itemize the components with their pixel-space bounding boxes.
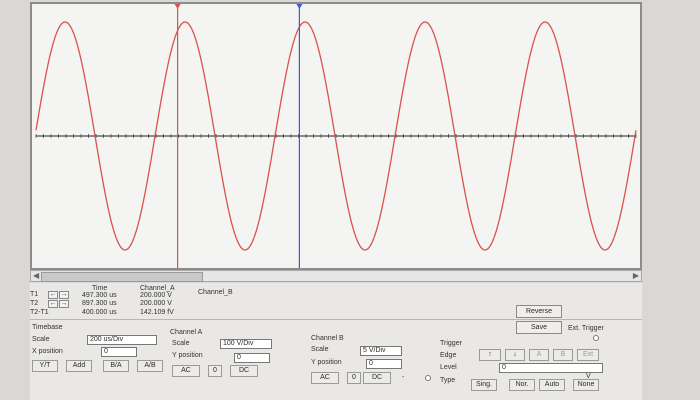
trigger-edge-label: Edge (440, 352, 457, 359)
channel-a-ypos-input[interactable]: 0 (234, 353, 270, 363)
channel-a-title: Channel A (170, 329, 203, 336)
timebase-xpos-input[interactable]: 0 (101, 347, 137, 357)
channel-b-zero-button[interactable]: 0 (347, 372, 361, 384)
mode-yt-button[interactable]: Y/T (32, 360, 58, 372)
timebase-scale-input[interactable]: 200 us/Div (87, 335, 157, 345)
trigger-level-input[interactable]: 0 (499, 363, 603, 373)
t1-right-arrow-icon[interactable]: → (59, 291, 69, 299)
reverse-button[interactable]: Reverse (516, 305, 562, 318)
readout-t1-time: 497.300 us (82, 292, 117, 299)
trigger-type-single-button[interactable]: Sing. (471, 379, 497, 391)
trigger-source-a-button[interactable]: A (529, 349, 549, 361)
trigger-title: Trigger (440, 340, 462, 347)
readout-row-t1-label: T1 (30, 291, 39, 298)
timebase-xpos-label: X position (32, 348, 63, 355)
channel-a-scale-input[interactable]: 100 V/Div (220, 339, 272, 349)
t1-left-arrow-icon[interactable]: ← (48, 291, 58, 299)
readout-diff-time: 400.000 us (82, 309, 117, 316)
readout-row-diff-label: T2-T1 (30, 309, 49, 316)
trigger-edge-falling-icon[interactable]: ↓ (505, 349, 525, 361)
scroll-left-icon[interactable]: ◀ (33, 271, 39, 281)
t2-right-arrow-icon[interactable]: → (59, 300, 69, 308)
scrollbar-thumb[interactable] (41, 272, 203, 282)
trigger-type-none-button[interactable]: None (573, 379, 599, 391)
channel-b-ypos-input[interactable]: 0 (366, 359, 402, 369)
trigger-type-label: Type (440, 377, 456, 384)
mode-ba-button[interactable]: B/A (103, 360, 129, 372)
waveform-plot (35, 4, 637, 268)
trigger-level-label: Level (440, 364, 457, 371)
readout-header-channel-b: Channel_B (198, 289, 233, 296)
trigger-type-normal-button[interactable]: Nor. (509, 379, 535, 391)
scroll-right-icon[interactable]: ▶ (633, 271, 639, 281)
readout-t1-channel-a: 200.000 V (140, 292, 172, 299)
ext-trigger-radio[interactable] (593, 335, 599, 341)
trigger-edge-rising-icon[interactable]: ↑ (479, 349, 501, 361)
channel-a-scale-label: Scale (172, 340, 190, 347)
channel-b-dc-button[interactable]: DC (363, 372, 391, 384)
channel-b-scale-label: Scale (311, 346, 329, 353)
channel-a-ac-button[interactable]: AC (172, 365, 200, 377)
t2-left-arrow-icon[interactable]: ← (48, 300, 58, 308)
channel-b-scale-input[interactable]: 5 V/Div (360, 346, 402, 356)
save-button[interactable]: Save (516, 321, 562, 334)
display-scrollbar[interactable]: ◀ ▶ (30, 270, 642, 282)
mode-add-button[interactable]: Add (66, 360, 92, 372)
mode-ab-button[interactable]: A/B (137, 360, 163, 372)
channel-b-radio[interactable] (425, 375, 431, 381)
readout-diff-channel-a: 142.109 fV (140, 309, 174, 316)
channel-a-zero-button[interactable]: 0 (208, 365, 222, 377)
trigger-source-ext-button[interactable]: Ext (577, 349, 599, 361)
oscilloscope-display (30, 2, 642, 270)
trigger-source-b-button[interactable]: B (553, 349, 573, 361)
channel-b-ypos-label: Y position (311, 359, 342, 366)
cursor-t1-handle-icon (174, 4, 181, 9)
channel-a-ypos-label: Y position (172, 352, 203, 359)
panel-divider (30, 319, 642, 320)
channel-b-extra-button[interactable]: - (402, 374, 404, 381)
timebase-title: Timebase (32, 324, 63, 331)
cursor-t2-handle-icon (296, 4, 303, 9)
channel-a-dc-button[interactable]: DC (230, 365, 258, 377)
channel-b-title: Channel B (311, 335, 344, 342)
readout-header-channel-a: Channel_A (140, 285, 175, 292)
trigger-type-auto-button[interactable]: Auto (539, 379, 565, 391)
timebase-scale-label: Scale (32, 336, 50, 343)
readout-t2-time: 897.300 us (82, 300, 117, 307)
readout-t2-channel-a: 200.000 V (140, 300, 172, 307)
readout-row-t2-label: T2 (30, 300, 39, 307)
channel-b-ac-button[interactable]: AC (311, 372, 339, 384)
ext-trigger-label: Ext. Trigger (568, 325, 604, 332)
readout-header-time: Time (92, 285, 108, 292)
control-panel: Time Channel_A Channel_B T1 ← → 497.300 … (30, 283, 642, 400)
